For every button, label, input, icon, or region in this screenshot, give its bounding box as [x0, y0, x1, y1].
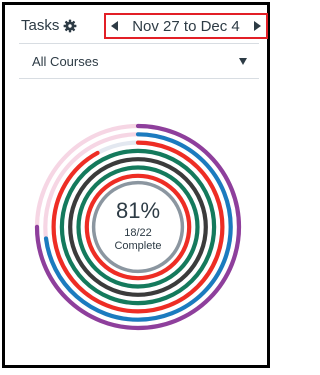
- date-range-navigator: Nov 27 to Dec 4: [104, 13, 268, 39]
- caret-right-icon[interactable]: [254, 21, 261, 31]
- tasks-widget: Tasks Nov 27 to Dec 4 All Courses 81% 18…: [2, 2, 270, 368]
- center-circle: [91, 180, 185, 274]
- date-range-label: Nov 27 to Dec 4: [132, 17, 240, 35]
- completion-rings-chart: 81% 18/22 Complete: [33, 122, 243, 332]
- caret-left-icon[interactable]: [111, 21, 118, 31]
- gear-icon[interactable]: [63, 19, 77, 33]
- tasks-header: Tasks Nov 27 to Dec 4: [17, 13, 268, 39]
- tasks-title-group: Tasks: [21, 17, 77, 34]
- caret-down-icon: [239, 57, 247, 65]
- tasks-title: Tasks: [21, 17, 60, 34]
- divider-bottom: [19, 78, 259, 79]
- course-filter-select[interactable]: All Courses: [19, 44, 259, 78]
- course-filter-value: All Courses: [32, 53, 99, 69]
- completion-rings: [34, 123, 242, 331]
